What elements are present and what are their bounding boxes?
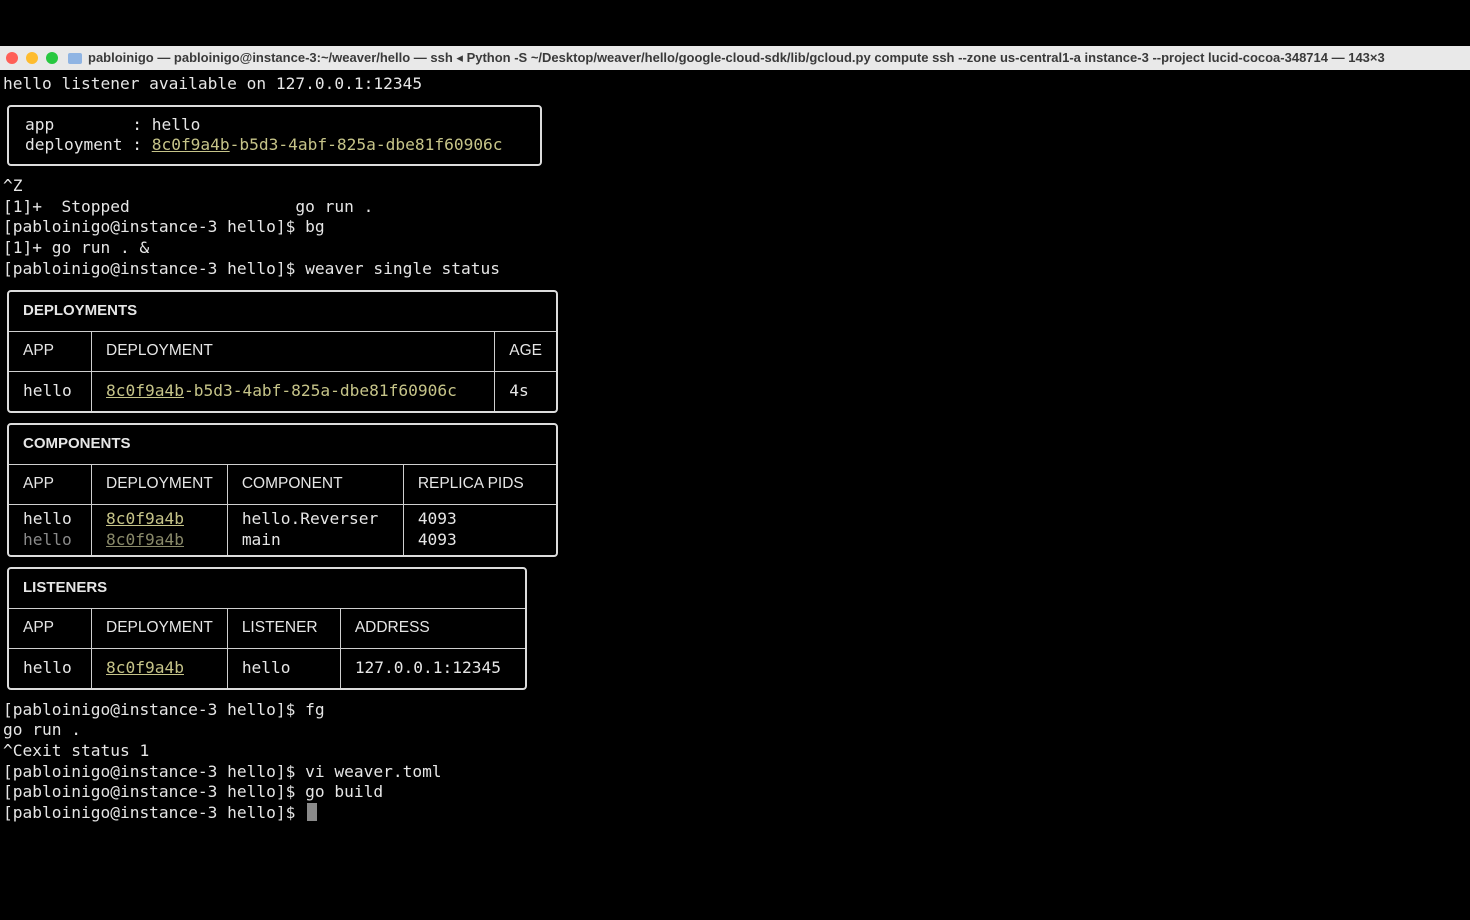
deployment-id-link[interactable]: 8c0f9a4b [106,509,184,528]
table-row: hello 8c0f9a4b-b5d3-4abf-825a-dbe81f6090… [9,370,556,411]
column-header: ADDRESS [339,607,525,649]
terminal-line: [pabloinigo@instance-3 hello]$ go build [3,782,384,802]
deployment-id-link[interactable]: 8c0f9a4b [106,658,184,677]
close-window-button[interactable] [6,52,18,64]
components-table: COMPONENTS APP DEPLOYMENT COMPONENT REPL… [7,422,558,557]
minimize-window-button[interactable] [26,52,38,64]
column-header: APP [9,607,92,649]
deployments-table: DEPLOYMENTS APP DEPLOYMENT AGE hello 8c0… [7,289,558,413]
column-header: DEPLOYMENT [91,463,228,505]
terminal-output[interactable]: hello listener available on 127.0.0.1:12… [3,74,1463,824]
terminal-line: [pabloinigo@instance-3 hello]$ vi weaver… [3,761,442,781]
app-info-box: app : hello deployment : 8c0f9a4b-b5d3-4… [7,104,542,167]
deployment-id-link[interactable]: 8c0f9a4b [106,530,184,549]
terminal-line: [1]+ go run . & [3,238,150,258]
deployments-title: DEPLOYMENTS [9,291,556,332]
column-header: APP [9,330,92,372]
terminal-line: [1]+ Stopped go run . [3,196,374,216]
text-cursor [307,802,318,821]
table-row: hello 8c0f9a4b hello 127.0.0.1:12345 [9,647,525,688]
terminal-line: [pabloinigo@instance-3 hello]$ bg [3,217,325,237]
column-header: DEPLOYMENT [90,330,496,372]
window-titlebar: pabloinigo — pabloinigo@instance-3:~/wea… [0,46,1470,70]
column-header: REPLICA PIDS [402,463,556,505]
zoom-window-button[interactable] [46,52,58,64]
column-header: COMPONENT [226,463,404,505]
folder-icon [68,52,82,64]
column-header: DEPLOYMENT [91,607,228,649]
deployment-id-link[interactable]: 8c0f9a4b [106,381,184,400]
column-header: APP [9,463,92,505]
components-title: COMPONENTS [9,424,556,465]
terminal-line: ^Cexit status 1 [3,740,150,760]
column-header: AGE [494,330,556,372]
terminal-line: [pabloinigo@instance-3 hello]$ weaver si… [3,258,501,278]
terminal-line: ^Z [3,176,23,196]
listeners-title: LISTENERS [9,568,525,609]
app-line: app : hello [25,114,201,134]
table-row: hello hello 8c0f9a4b 8c0f9a4b hello.Revers… [9,503,556,555]
deployment-line: deployment : 8c0f9a4b-b5d3-4abf-825a-dbe… [25,135,503,155]
terminal-line: [pabloinigo@instance-3 hello]$ fg [3,699,325,719]
command-prompt-line[interactable]: [pabloinigo@instance-3 hello]$ [3,802,1463,824]
deployment-id-link[interactable]: 8c0f9a4b [152,135,230,154]
window-title: pabloinigo — pabloinigo@instance-3:~/wea… [88,50,1385,65]
terminal-line: hello listener available on 127.0.0.1:12… [3,74,423,93]
terminal-line: go run . [3,720,81,740]
shell-prompt: [pabloinigo@instance-3 hello]$ [3,802,306,822]
column-header: LISTENER [226,607,341,649]
listeners-table: LISTENERS APP DEPLOYMENT LISTENER ADDRES… [7,566,527,690]
